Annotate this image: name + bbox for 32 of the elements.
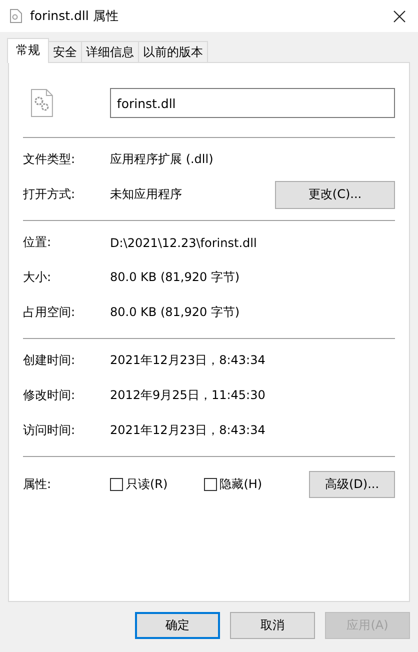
field-value: 应用程序扩展 (.dll) [110, 151, 214, 168]
close-icon[interactable] [393, 10, 406, 22]
gear-file-icon [31, 89, 53, 117]
dialog-button[interactable]: 取消 [230, 612, 315, 639]
advanced-button[interactable]: 高级(D)... [309, 471, 395, 498]
field-value: 2012年9月25日，11:45:30 [110, 387, 266, 404]
checkbox[interactable] [110, 478, 123, 491]
field-label: 文件类型: [23, 151, 76, 168]
file-icon [10, 9, 22, 23]
tab[interactable]: 以前的版本 [138, 41, 208, 62]
change-button[interactable]: 更改(C)... [275, 180, 395, 208]
window-title: forinst.dll 属性 [30, 8, 120, 24]
field-value: 80.0 KB (81,920 字节) [110, 269, 241, 286]
field-value: 80.0 KB (81,920 字节) [110, 304, 241, 321]
field-label: 创建时间: [23, 352, 76, 369]
field-label: 属性: [23, 476, 52, 493]
field-label: 访问时间: [23, 422, 76, 439]
field-value: 2021年12月23日，8:43:34 [110, 422, 266, 439]
field-label: 位置: [23, 234, 52, 251]
field-value: 未知应用程序 [110, 186, 183, 203]
file-name-field[interactable]: forinst.dll [110, 88, 395, 118]
checkbox-label: 只读(R) [126, 476, 168, 493]
tab[interactable]: 常规 [7, 38, 49, 63]
field-value: D:\2021\12.23\forinst.dll [110, 236, 258, 250]
field-label: 占用空间: [23, 304, 76, 321]
field-label: 修改时间: [23, 387, 76, 404]
field-label: 大小: [23, 269, 52, 286]
field-label: 打开方式: [23, 186, 76, 203]
checkbox[interactable] [204, 478, 217, 491]
checkbox-label: 隐藏(H) [220, 476, 262, 493]
field-value: 2021年12月23日，8:43:34 [110, 352, 266, 369]
dialog-button[interactable]: 确定 [135, 612, 220, 639]
